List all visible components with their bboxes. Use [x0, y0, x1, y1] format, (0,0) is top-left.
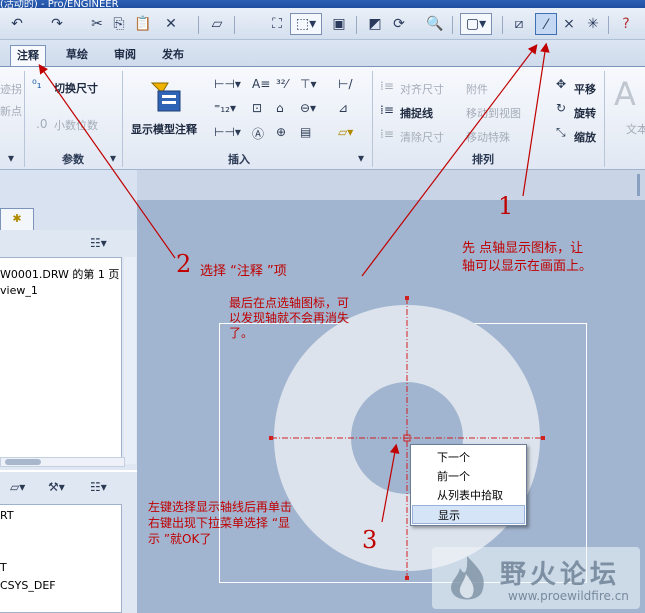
- arrow-3-to-axis-line: [381, 443, 400, 523]
- arrow-2-to-annotate-tab: [38, 64, 176, 259]
- arrow-1-to-axis-icon: [522, 42, 550, 197]
- annotation-final-step: 最后在点选轴图标，可 以发现轴就不会再消失 了。: [229, 296, 350, 340]
- step-number-1: 1: [498, 192, 514, 220]
- annotation-step-2: 选择 “注释 ”项: [200, 264, 287, 279]
- annotation-step-3: 左键选择显示轴线后再单击 右键出现下拉菜单选择 “显 示 ”就OK了: [148, 500, 293, 546]
- annotation-step-1: 先 点轴显示图标，让 轴可以显示在画面上。: [462, 241, 593, 274]
- step-number-2: 2: [176, 250, 192, 278]
- step-number-3: 3: [362, 526, 378, 554]
